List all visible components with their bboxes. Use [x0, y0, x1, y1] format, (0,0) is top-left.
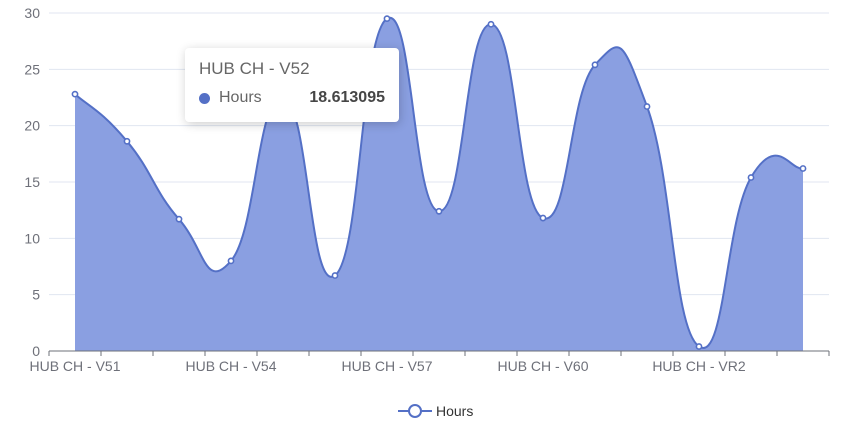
data-point[interactable]	[643, 103, 651, 110]
data-point[interactable]	[747, 174, 755, 181]
tooltip-series-name: Hours	[219, 89, 262, 106]
y-tick-label: 10	[24, 230, 40, 246]
legend-label-hours: Hours	[436, 403, 473, 419]
tooltip-row: Hours 18.613095	[199, 89, 385, 107]
data-point[interactable]	[435, 207, 443, 215]
legend-marker-icon	[408, 404, 422, 418]
data-point[interactable]	[123, 137, 131, 145]
tooltip-value: 18.613095	[309, 89, 385, 106]
x-tick-label: HUB CH - V60	[497, 358, 588, 374]
x-tick-label: HUB CH - V51	[29, 358, 120, 374]
tooltip-title: HUB CH - V52	[199, 59, 310, 78]
y-tick-label: 0	[32, 343, 40, 359]
data-point[interactable]	[539, 214, 547, 222]
y-tick-label: 15	[24, 174, 40, 190]
x-tick-label: HUB CH - VR2	[652, 358, 746, 374]
y-tick-label: 5	[32, 287, 40, 303]
data-point[interactable]	[799, 165, 807, 172]
y-tick-label: 25	[24, 61, 40, 77]
x-tick-label: HUB CH - V54	[185, 358, 276, 374]
y-tick-label: 30	[24, 5, 40, 21]
data-point[interactable]	[695, 343, 703, 350]
data-point[interactable]	[71, 90, 79, 98]
data-point[interactable]	[487, 20, 495, 28]
x-tick-label: HUB CH - V57	[341, 358, 432, 374]
area-chart: 0 5 10 15 20 25 30 HUB CH - V51 HUB CH - V54 HUB …	[24, 5, 830, 419]
data-point[interactable]	[591, 61, 599, 69]
data-point[interactable]	[175, 215, 183, 223]
data-point[interactable]	[331, 272, 339, 279]
tooltip: HUB CH - V52 Hours 18.613095	[185, 48, 399, 122]
y-tick-label: 20	[24, 118, 40, 134]
data-point[interactable]	[227, 257, 235, 265]
data-point[interactable]	[383, 15, 391, 23]
series-dot-icon	[199, 92, 210, 104]
legend[interactable]: Hours	[398, 403, 473, 419]
